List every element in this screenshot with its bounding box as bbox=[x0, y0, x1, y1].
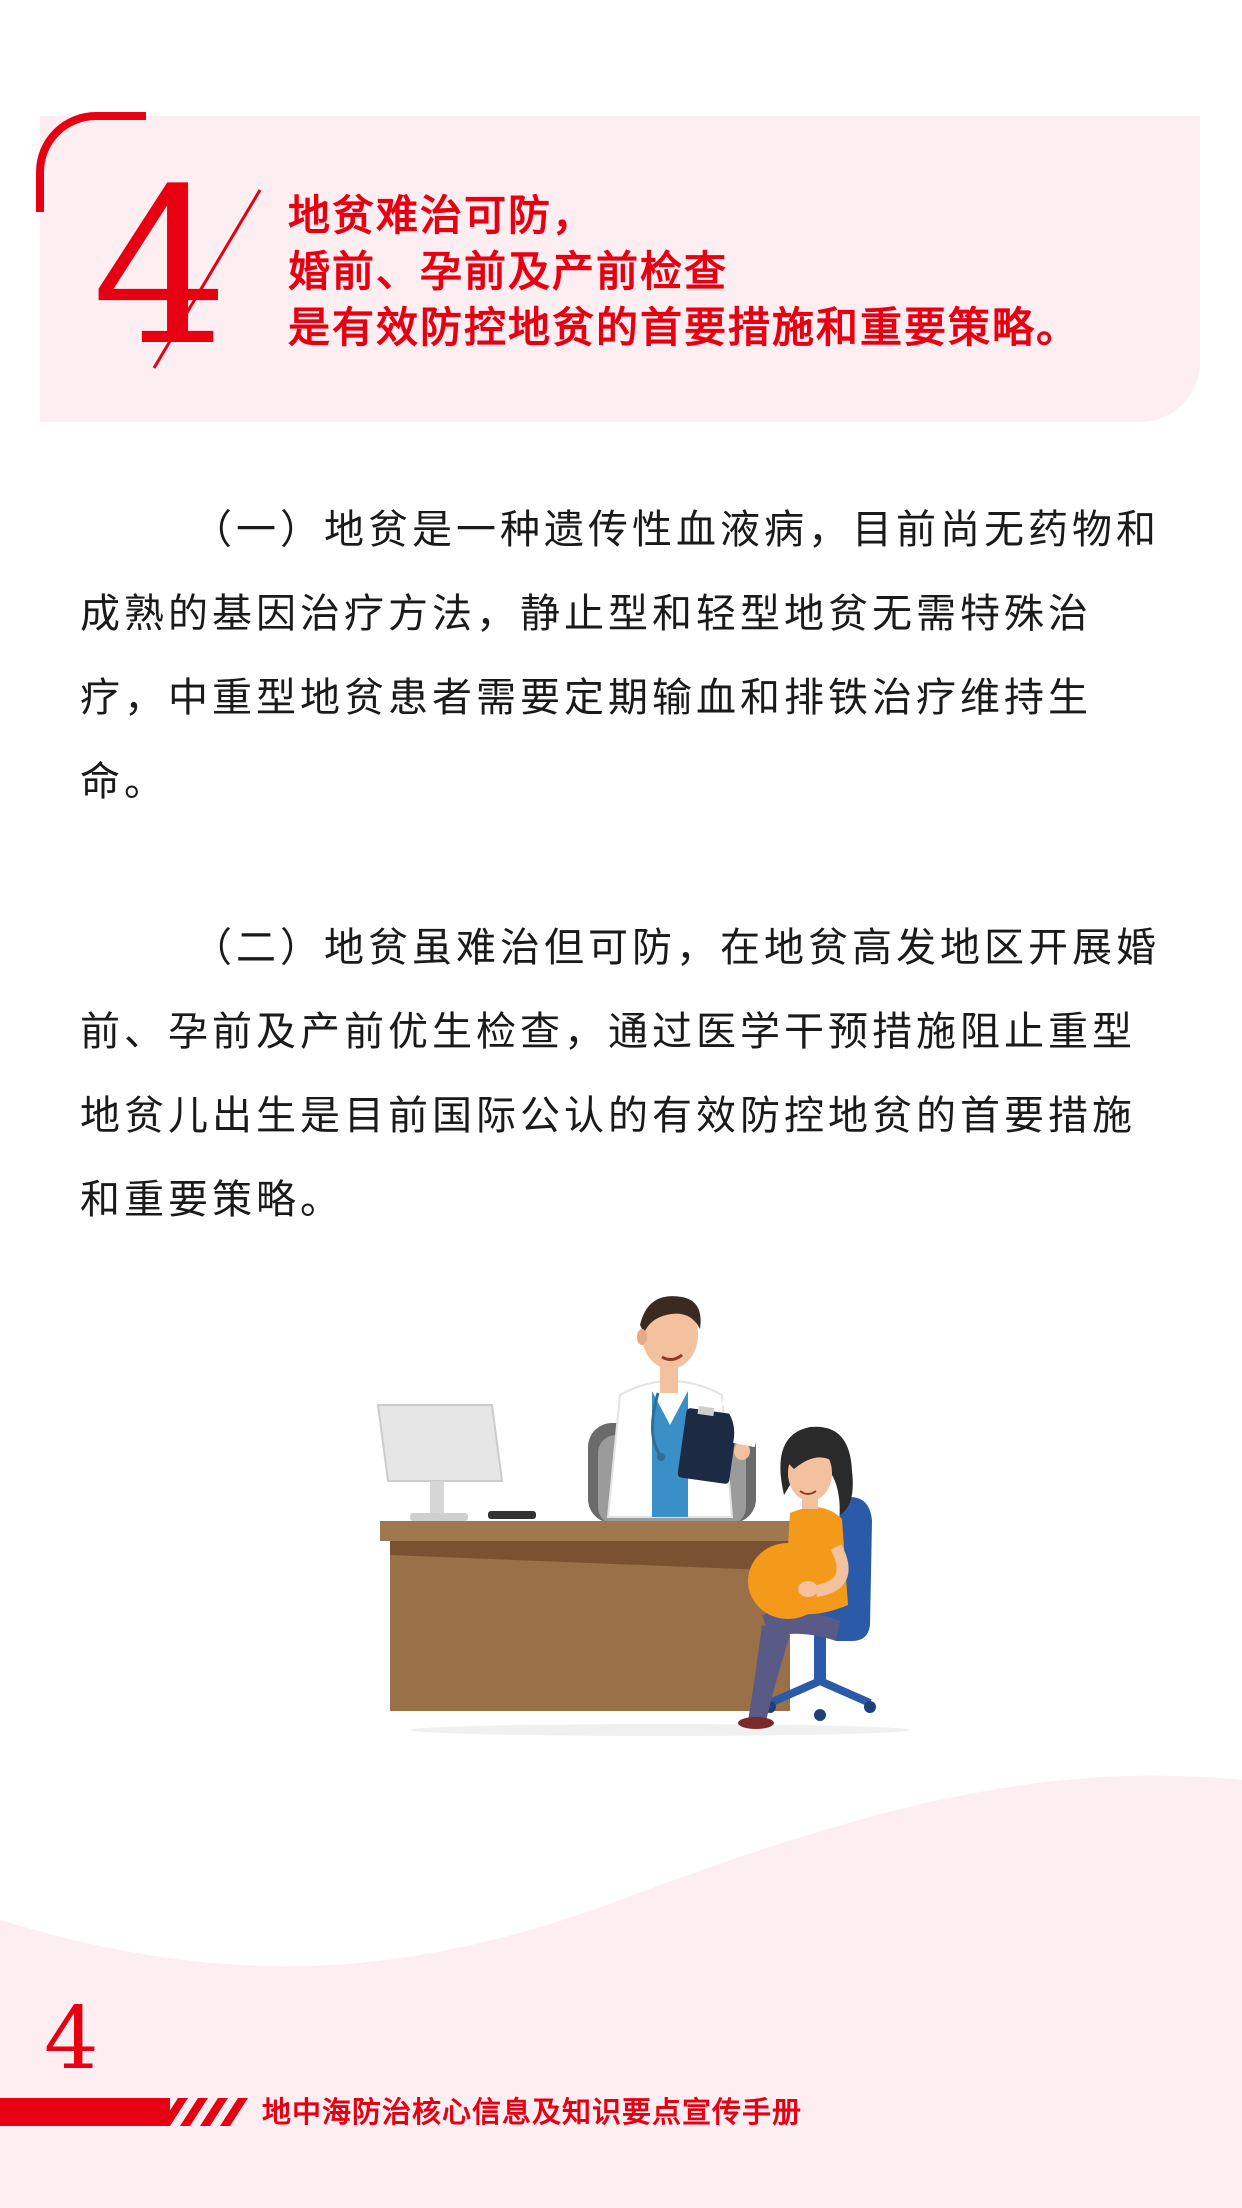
computer-monitor bbox=[376, 1404, 536, 1521]
desk bbox=[380, 1521, 800, 1711]
paragraph-1: （一）地贫是一种遗传性血液病，目前尚无药物和成熟的基因治疗方法，静止型和轻型地贫… bbox=[80, 507, 1160, 805]
headline-line-2: 婚前、孕前及产前检查 bbox=[288, 247, 729, 296]
footer-stripe-bar bbox=[0, 2098, 248, 2126]
page-number: 4 bbox=[44, 1989, 99, 2089]
handbook-title: 地中海防治核心信息及知识要点宣传手册 bbox=[262, 2095, 803, 2129]
headline-line-3: 是有效防控地贫的首要措施和重要策略。 bbox=[288, 303, 1081, 352]
slash-divider bbox=[152, 189, 262, 369]
doctor-figure bbox=[606, 1296, 757, 1518]
headline-line-1: 地贫难治可防， bbox=[288, 191, 597, 240]
bottom-wave-background bbox=[0, 1775, 1242, 2208]
doctor-patient-illustration bbox=[376, 1296, 910, 1736]
paragraph-2: （二）地贫虽难治但可防，在地贫高发地区开展婚前、孕前及产前优生检查，通过医学干预… bbox=[80, 925, 1160, 1223]
section-headline: 地贫难治可防， 婚前、孕前及产前检查 是有效防控地贫的首要措施和重要策略。 bbox=[288, 188, 1188, 356]
